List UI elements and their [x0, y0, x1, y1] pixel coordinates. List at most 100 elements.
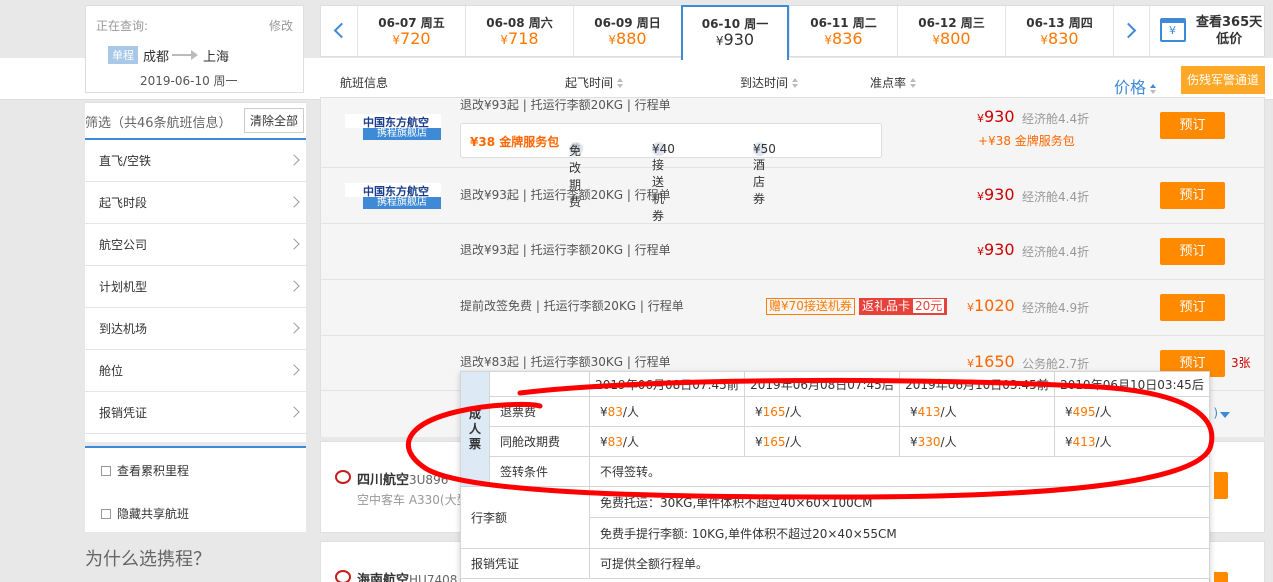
filter-title: 筛选（共46条航班信息）: [85, 116, 232, 131]
change-fee: ¥330/人: [899, 426, 1055, 457]
mileage-checkbox[interactable]: 查看累积里程: [101, 462, 189, 479]
period-header: 2019年06月10日03:45前: [899, 371, 1055, 397]
filter-item[interactable]: 直飞/空铁: [85, 140, 306, 182]
date-tab[interactable]: 06-11 周二 ¥836: [789, 6, 897, 56]
chevron-right-icon: [288, 280, 300, 292]
fare-price: ¥930: [977, 240, 1015, 259]
book-button[interactable]: 预订: [1160, 238, 1225, 265]
tickets-left: 3张: [1231, 356, 1251, 370]
next-date-button[interactable]: [1113, 6, 1149, 56]
option-checks: 查看累积里程 隐藏共享航班: [85, 446, 306, 532]
chevron-right-icon: [288, 238, 300, 250]
airline-name: 海南航空HU7408: [357, 573, 458, 582]
trip-type-badge: 单程: [108, 46, 138, 64]
hide-shared-checkbox[interactable]: 隐藏共享航班: [101, 505, 189, 522]
date-tab-price: ¥930: [715, 30, 755, 49]
route-arrow-icon: [172, 50, 198, 60]
fare-rules[interactable]: 退改¥93起 | 托运行李额20KG | 行程单: [460, 241, 671, 258]
receipt-value: 可提供全额行程单。: [589, 548, 1210, 579]
filter-item[interactable]: 起飞时段: [85, 182, 306, 224]
sort-icon: [1150, 84, 1157, 94]
book-button[interactable]: 预订: [1160, 294, 1225, 321]
change-fee: ¥413/人: [1054, 426, 1210, 457]
fare-price: ¥930: [977, 107, 1015, 126]
fare-rules-table: 成人票 2019年06月08日07:45前 2019年06月08日07:45后 …: [460, 371, 1210, 579]
filter-panel: 筛选（共46条航班信息） 清除全部 直飞/空铁 起飞时段 航空公司 计划机型 到…: [85, 102, 306, 442]
fare-row: 中国东方航空 携程旗舰店 退改¥93起 | 托运行李额20KG | 行程单 ¥93…: [321, 168, 1264, 224]
date-tab-price: ¥718: [500, 29, 539, 48]
fare-rules[interactable]: 提前改签免费 | 托运行李额20KG | 行程单: [460, 297, 684, 314]
filter-item[interactable]: 报销凭证: [85, 392, 306, 434]
fare-rules[interactable]: 退改¥83起 | 托运行李额30KG | 行程单: [460, 353, 671, 370]
sort-icon: [792, 78, 799, 88]
col-ontime-sort[interactable]: 准点率: [870, 74, 917, 91]
baggage-label: 行李额: [460, 486, 590, 549]
column-header: 航班信息 起飞时间 到达时间 准点率 价格 伤残军警通道: [320, 66, 1265, 98]
date-tab[interactable]: 06-13 周四 ¥830: [1005, 6, 1113, 56]
date-bar: 06-07 周五 ¥720 06-08 周六 ¥718 06-09 周日 ¥880 0…: [320, 5, 1265, 60]
chevron-right-icon: [288, 364, 300, 376]
filter-list: 直飞/空铁 起飞时段 航空公司 计划机型 到达机场 舱位 报销凭证: [85, 138, 306, 434]
aircraft-type[interactable]: 空中客车 A330(大型: [357, 491, 469, 508]
cabin-discount: 经济舱4.4折: [1022, 245, 1090, 259]
chevron-right-icon: [288, 322, 300, 334]
sort-icon: [617, 78, 624, 88]
sort-icon: [910, 78, 917, 88]
service-package: ¥38 金牌服务包 改 免改期费 ¥40接送机券 ¥50酒店券: [460, 123, 882, 223]
military-channel-button[interactable]: 伤残军警通道: [1181, 66, 1265, 94]
origin-city: 成都: [143, 50, 170, 65]
change-fee: ¥83/人: [589, 426, 745, 457]
fare-row: 退改¥93起 | 托运行李额20KG | 行程单 ¥930 经济舱4.4折 预订: [321, 224, 1264, 280]
col-flight-info: 航班信息: [340, 76, 389, 90]
airline-store-logo: 中国东方航空 携程旗舰店: [345, 114, 441, 140]
fare-price: ¥930: [977, 185, 1015, 204]
filter-item[interactable]: 计划机型: [85, 266, 306, 308]
baggage-checked: 免费托运：30KG,单件体积不超过40×60×100CM: [589, 486, 1210, 518]
chevron-right-icon: [288, 196, 300, 208]
date-tab-price: ¥880: [608, 29, 647, 48]
baggage-hand: 免费手提行李额: 10KG,单件体积不超过20×40×55CM: [589, 517, 1210, 549]
period-header: 2019年06月10日03:45后: [1054, 371, 1210, 397]
date-tab[interactable]: 06-12 周三 ¥800: [897, 6, 1005, 56]
cabin-discount: 经济舱4.4折: [1022, 190, 1090, 204]
book-button[interactable]: 预订: [1160, 112, 1225, 139]
low-price-calendar-button[interactable]: 查看365天低价: [1149, 6, 1265, 56]
fare-rules-popup: 成人票 2019年06月08日07:45前 2019年06月08日07:45后 …: [460, 371, 1210, 582]
book-button[interactable]: [1214, 572, 1228, 582]
query-summary: 正在查询: 修改 单程 成都 上海 2019-06-10 周一: [85, 5, 304, 93]
destination-city: 上海: [203, 50, 230, 65]
clear-all-button[interactable]: 清除全部: [243, 108, 304, 133]
date-tab[interactable]: 06-08 周六 ¥718: [465, 6, 573, 56]
gift-card-tag: 返礼品卡 20元: [859, 298, 948, 315]
hainan-airlines-logo-icon: [335, 570, 351, 582]
cabin-discount: 经济舱4.4折: [1022, 112, 1090, 126]
date-tab-selected[interactable]: 06-10 周一 ¥930: [681, 5, 789, 60]
filter-item[interactable]: 航空公司: [85, 224, 306, 266]
fare-rules[interactable]: 退改¥93起 | 托运行李额20KG | 行程单: [460, 186, 671, 203]
endorse-condition: 不得签转。: [589, 456, 1210, 487]
date-tab-price: ¥720: [392, 29, 431, 48]
date-tab[interactable]: 06-07 周五 ¥720: [357, 6, 465, 56]
filter-item[interactable]: 舱位: [85, 350, 306, 392]
why-ctrip-heading: 为什么选携程？: [85, 549, 211, 570]
col-depart-sort[interactable]: 起飞时间: [565, 74, 624, 91]
modify-link[interactable]: 修改: [269, 17, 293, 34]
gold-service: ¥38 金牌服务包: [470, 135, 560, 149]
sichuan-airlines-logo-icon: [335, 470, 351, 484]
col-arrive-sort[interactable]: 到达时间: [740, 74, 799, 91]
filter-item[interactable]: 到达机场: [85, 308, 306, 350]
date-tab[interactable]: 06-09 周日 ¥880: [573, 6, 681, 56]
fare-rules[interactable]: 退改¥93起 | 托运行李额20KG | 行程单: [460, 96, 671, 113]
book-button[interactable]: [1214, 472, 1228, 499]
change-fee-label: 同舱改期费: [489, 426, 590, 457]
date-tab-price: ¥836: [824, 29, 863, 48]
book-button[interactable]: 预订: [1160, 182, 1225, 209]
chevron-left-icon: [333, 22, 350, 39]
prev-date-button[interactable]: [321, 6, 357, 56]
chevron-down-icon: [1220, 412, 1230, 418]
calendar-icon: [1160, 18, 1186, 42]
col-price-sort[interactable]: 价格: [1114, 74, 1157, 98]
refund-fee: ¥165/人: [744, 396, 900, 427]
fare-row: 中国东方航空 携程旗舰店 退改¥93起 | 托运行李额20KG | 行程单 ¥38…: [321, 96, 1264, 223]
refund-fee: ¥83/人: [589, 396, 745, 427]
